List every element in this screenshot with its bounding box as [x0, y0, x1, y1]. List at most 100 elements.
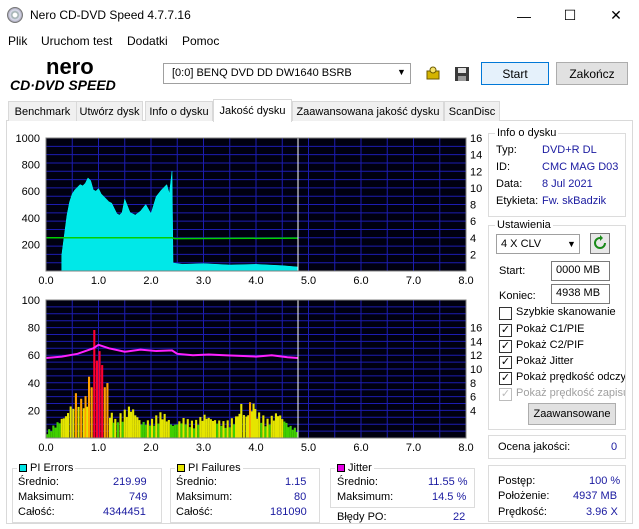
- pi-failures-bar: [67, 413, 70, 438]
- pi-failures-bar: [165, 421, 168, 438]
- start-label: Start:: [499, 265, 526, 277]
- pi-failures-color-swatch: [177, 464, 185, 472]
- show-pie-checkbox[interactable]: ✓: [499, 324, 512, 337]
- y-right-tick-label: 14: [470, 336, 482, 348]
- pi-failures-bar: [136, 417, 139, 438]
- jitter-avg: 11.55 %: [428, 476, 468, 488]
- read-speed-line: [46, 237, 299, 240]
- x-tick-label: 2.0: [143, 275, 158, 287]
- jitter-max-label: Maksimum:: [337, 491, 394, 503]
- pi-failures-max: 80: [294, 491, 307, 503]
- jitter-title: Jitter: [348, 462, 372, 474]
- pi-failures-bar: [197, 424, 200, 438]
- tab-disc-quality[interactable]: Jakość dysku: [213, 99, 292, 122]
- y-right-tick-label: 16: [470, 323, 482, 335]
- pi-failures-bar: [90, 387, 93, 438]
- show-jitter-checkbox[interactable]: ✓: [499, 356, 512, 369]
- tab-disc-info[interactable]: Info o dysku: [145, 101, 213, 121]
- pi-failures-bar: [195, 419, 198, 438]
- refresh-drives-button[interactable]: [421, 62, 444, 85]
- pi-failures-bar: [242, 415, 245, 438]
- end-input[interactable]: 4938 MB: [551, 284, 610, 304]
- pi-failures-bar: [176, 424, 179, 438]
- tab-scandisc[interactable]: ScanDisc: [444, 101, 500, 121]
- speed-select[interactable]: 4 X CLV ▼: [496, 234, 580, 254]
- pi-failures-bar: [148, 425, 151, 438]
- pi-failures-bar: [60, 418, 63, 438]
- minimize-button[interactable]: —: [501, 0, 547, 31]
- chevron-down-icon: ▼: [567, 239, 576, 249]
- tab-create-disc[interactable]: Utwórz dysk: [76, 101, 143, 121]
- quick-scan-checkbox[interactable]: [499, 307, 512, 320]
- menu-extras[interactable]: Dodatki: [127, 34, 168, 48]
- pi-failures-bar: [211, 420, 214, 438]
- pi-failures-bar: [205, 418, 208, 438]
- show-read-speed-checkbox[interactable]: ✓: [499, 372, 512, 385]
- pi-failures-bar: [50, 431, 53, 438]
- speed-value: 3.96 X: [586, 506, 618, 518]
- pi-failures-bar: [272, 420, 275, 438]
- settings-title: Ustawienia: [495, 219, 553, 231]
- maximize-button[interactable]: ☐: [547, 0, 593, 31]
- show-pif-checkbox[interactable]: ✓: [499, 340, 512, 353]
- x-tick-label: 4.0: [248, 442, 263, 454]
- pi-failures-bar: [114, 418, 117, 438]
- menu-file[interactable]: Plik: [8, 34, 27, 48]
- pi-failures-bar: [268, 424, 271, 438]
- x-tick-label: 8.0: [458, 442, 473, 454]
- start-button[interactable]: Start: [481, 62, 549, 85]
- pi-failures-bar: [161, 419, 164, 438]
- pi-errors-total-label: Całość:: [18, 506, 55, 518]
- save-button[interactable]: [450, 62, 473, 85]
- floppy-disk-icon: [454, 66, 469, 81]
- pi-failures-bar: [64, 416, 67, 438]
- x-tick-label: 6.0: [353, 275, 368, 287]
- show-write-speed-checkbox: ✓: [499, 388, 512, 401]
- jitter-max: 14.5 %: [432, 491, 467, 503]
- pi-failures-bar: [285, 422, 288, 438]
- quick-scan-label: Szybkie skanowanie: [516, 306, 616, 318]
- speed-label: Prędkość:: [498, 506, 547, 518]
- menu-run-test[interactable]: Uruchom test: [41, 34, 112, 48]
- tab-benchmark[interactable]: Benchmark: [8, 101, 77, 121]
- title-bar[interactable]: Nero CD-DVD Speed 4.7.7.16 — ☐ ✕: [0, 0, 639, 31]
- pi-failures-bar: [291, 429, 294, 438]
- date-label: Data:: [496, 178, 523, 190]
- pi-failures-bar: [54, 427, 57, 438]
- menu-help[interactable]: Pomoc: [182, 34, 219, 48]
- app-disc-icon: [7, 7, 23, 23]
- pi-failures-total-label: Całość:: [176, 506, 213, 518]
- pi-failures-bar: [121, 421, 124, 438]
- pi-failures-bar: [283, 421, 286, 438]
- y-left-tick-label: 200: [22, 239, 40, 251]
- tab-advanced-disc-quality[interactable]: Zaawansowana jakość dysku: [292, 101, 444, 121]
- chevron-down-icon: ▼: [397, 67, 406, 77]
- jitter-legend: Jitter: [335, 462, 374, 474]
- y-left-tick-label: 80: [28, 323, 40, 335]
- end-button[interactable]: Zakończ: [556, 62, 628, 85]
- pi-failures-bar: [216, 423, 219, 438]
- advanced-button[interactable]: Zaawansowane: [528, 403, 616, 425]
- pi-failures-bar: [224, 427, 227, 438]
- position-value: 4937 MB: [573, 490, 618, 502]
- pi-failures-bar: [193, 428, 196, 438]
- pi-failures-bar: [159, 412, 162, 438]
- pi-failures-bar: [266, 418, 269, 438]
- refresh-icon: [594, 235, 606, 249]
- pi-failures-bar: [127, 406, 130, 438]
- pi-failures-bar: [174, 424, 177, 438]
- window-title: Nero CD-DVD Speed 4.7.7.16: [30, 8, 191, 22]
- pi-failures-bar: [146, 420, 149, 438]
- y-right-tick-label: 6: [470, 216, 476, 228]
- show-jitter-label: Pokaż Jitter: [516, 355, 574, 367]
- x-tick-label: 7.0: [406, 275, 421, 287]
- refresh-speed-button[interactable]: [590, 233, 610, 254]
- id-value: CMC MAG D03: [542, 161, 619, 173]
- start-input[interactable]: 0000 MB: [551, 261, 610, 281]
- disc-info-title: Info o dysku: [495, 127, 559, 139]
- pi-failures-avg-label: Średnio:: [176, 476, 217, 488]
- x-tick-label: 1.0: [91, 442, 106, 454]
- close-button[interactable]: ✕: [593, 0, 639, 31]
- pi-failures-bar: [72, 408, 75, 438]
- pi-failures-bar: [232, 424, 235, 438]
